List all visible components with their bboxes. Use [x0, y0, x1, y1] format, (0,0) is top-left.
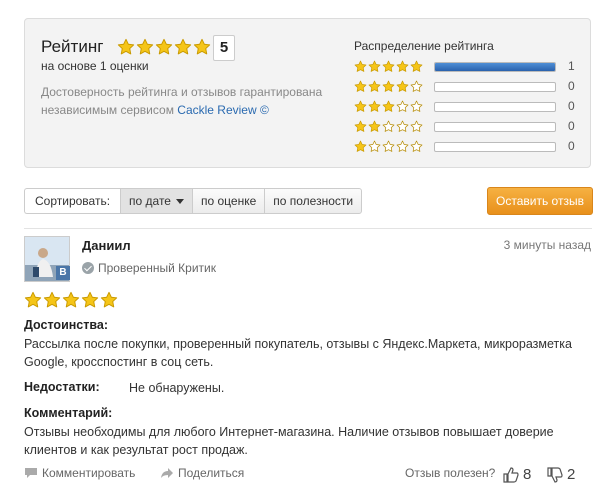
share-action[interactable]: Поделиться [160, 466, 244, 480]
distribution-count: 0 [568, 139, 575, 153]
sort-bar: Сортировать: по дате по оценке по полезн… [24, 188, 363, 214]
star-filled-icon [396, 80, 409, 93]
star-filled-icon [368, 120, 381, 133]
star-filled-icon [155, 38, 173, 56]
distribution-bar [434, 102, 556, 112]
upvote-count: 8 [523, 466, 532, 483]
sort-by-rating-button[interactable]: по оценке [191, 188, 265, 214]
distribution-count: 0 [568, 99, 575, 113]
comment-action[interactable]: Комментировать [24, 466, 135, 480]
distribution-stars [354, 120, 423, 133]
star-empty-icon [410, 120, 423, 133]
distribution-bar [434, 122, 556, 132]
star-filled-icon [354, 120, 367, 133]
star-filled-icon [174, 38, 192, 56]
thumbs-down-icon [547, 466, 563, 483]
star-filled-icon [382, 80, 395, 93]
star-filled-icon [368, 100, 381, 113]
review-author[interactable]: Даниил [82, 238, 131, 253]
review-stars [24, 291, 118, 309]
distribution-bar [434, 82, 556, 92]
star-filled-icon [368, 80, 381, 93]
guarantee-text: Достоверность рейтинга и отзывов гаранти… [41, 83, 341, 119]
review-time: 3 минуты назад [503, 238, 591, 252]
comment-action-label: Комментировать [42, 466, 136, 480]
comment-text: Отзывы необходимы для любого Интернет-ма… [24, 425, 554, 457]
distribution-count: 0 [568, 79, 575, 93]
star-filled-icon [382, 100, 395, 113]
verified-critic: Проверенный Критик [82, 261, 216, 275]
rating-score: 5 [213, 35, 235, 61]
star-filled-icon [354, 60, 367, 73]
distribution-bar [434, 62, 556, 72]
star-filled-icon [117, 38, 135, 56]
sort-by-date-label: по дате [129, 194, 171, 208]
star-filled-icon [354, 100, 367, 113]
distribution-stars [354, 80, 423, 93]
star-filled-icon [368, 60, 381, 73]
star-empty-icon [396, 120, 409, 133]
pros-label: Достоинства: [24, 318, 109, 332]
star-filled-icon [24, 291, 42, 309]
star-filled-icon [100, 291, 118, 309]
sort-by-date-button[interactable]: по дате [120, 188, 192, 214]
rating-title: Рейтинг [41, 37, 104, 56]
distribution-stars [354, 60, 423, 73]
star-filled-icon [62, 291, 80, 309]
divider [24, 228, 592, 229]
comment-label: Комментарий: [24, 406, 113, 420]
star-empty-icon [368, 140, 381, 153]
checkmark-icon [82, 262, 94, 274]
downvote-button[interactable]: 2 [547, 466, 575, 483]
cackle-review-link[interactable]: Cackle Review © [177, 103, 269, 117]
share-action-label: Поделиться [178, 466, 245, 480]
distribution-count: 0 [568, 119, 575, 133]
distribution-stars [354, 100, 423, 113]
pros-text: Рассылка после покупки, проверенный поку… [24, 337, 572, 369]
star-filled-icon [410, 60, 423, 73]
star-filled-icon [136, 38, 154, 56]
downvote-count: 2 [567, 466, 576, 483]
comment-icon [25, 468, 37, 478]
star-empty-icon [410, 140, 423, 153]
star-filled-icon [43, 291, 61, 309]
star-filled-icon [81, 291, 99, 309]
star-filled-icon [354, 140, 367, 153]
write-review-button[interactable]: Оставить отзыв [487, 187, 593, 215]
star-empty-icon [410, 100, 423, 113]
star-empty-icon [382, 120, 395, 133]
star-empty-icon [396, 100, 409, 113]
distribution-stars [354, 140, 423, 153]
cons-label: Недостатки: [24, 380, 100, 394]
sort-label: Сортировать: [24, 188, 121, 214]
verified-label: Проверенный Критик [98, 261, 216, 275]
star-empty-icon [410, 80, 423, 93]
share-icon [161, 468, 173, 478]
star-empty-icon [382, 140, 395, 153]
star-filled-icon [382, 60, 395, 73]
star-filled-icon [354, 80, 367, 93]
rating-summary-panel: Рейтинг 5 на основе 1 оценки Достовернос… [24, 18, 591, 168]
upvote-button[interactable]: 8 [503, 466, 531, 483]
vk-badge-icon: B [56, 266, 70, 280]
distribution-title: Распределение рейтинга [354, 39, 494, 53]
distribution-bar [434, 142, 556, 152]
distribution-bar-fill [435, 63, 555, 71]
distribution-count: 1 [568, 59, 575, 73]
useful-question: Отзыв полезен? [405, 466, 496, 480]
thumbs-up-icon [503, 466, 519, 483]
sort-by-usefulness-button[interactable]: по полезности [264, 188, 363, 214]
star-empty-icon [396, 140, 409, 153]
rating-stars [117, 38, 211, 56]
star-filled-icon [193, 38, 211, 56]
chevron-down-icon [175, 199, 184, 205]
based-on-text: на основе 1 оценки [41, 59, 149, 73]
star-filled-icon [396, 60, 409, 73]
cons-text: Не обнаружены. [129, 381, 225, 395]
